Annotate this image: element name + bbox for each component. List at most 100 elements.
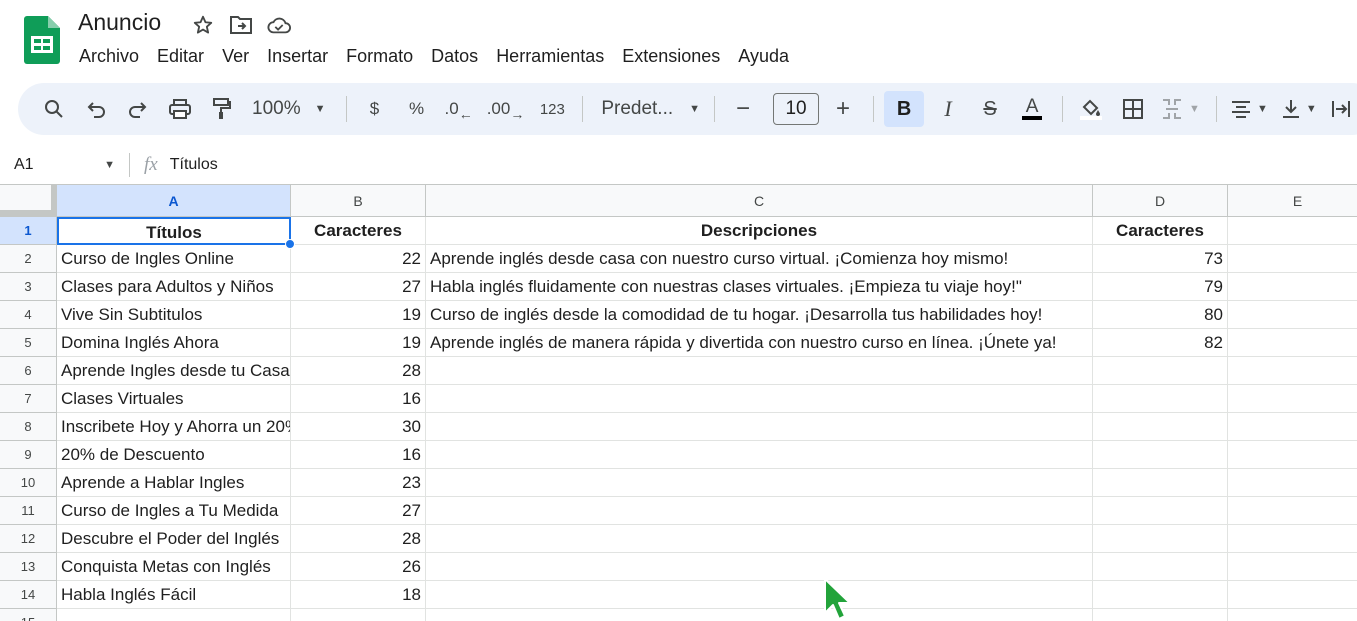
- cell-d5[interactable]: 82: [1093, 329, 1228, 357]
- undo-button[interactable]: [78, 91, 114, 127]
- cell-b5[interactable]: 19: [291, 329, 426, 357]
- cell-c9[interactable]: [426, 441, 1093, 469]
- move-folder-icon[interactable]: [229, 13, 253, 37]
- cell-a6[interactable]: Aprende Ingles desde tu Casa: [57, 357, 291, 385]
- row-header-3[interactable]: 3: [0, 273, 57, 301]
- cell-b4[interactable]: 19: [291, 301, 426, 329]
- cell-d3[interactable]: 79: [1093, 273, 1228, 301]
- search-menus-button[interactable]: [36, 91, 72, 127]
- cell-a15[interactable]: [57, 609, 291, 621]
- row-header-6[interactable]: 6: [0, 357, 57, 385]
- text-color-button[interactable]: A: [1014, 91, 1050, 127]
- row-header-9[interactable]: 9: [0, 441, 57, 469]
- row-header-11[interactable]: 11: [0, 497, 57, 525]
- sheets-logo-icon[interactable]: [24, 16, 60, 64]
- cell-d8[interactable]: [1093, 413, 1228, 441]
- decrease-font-size-button[interactable]: −: [725, 91, 761, 127]
- cell-a10[interactable]: Aprende a Hablar Ingles: [57, 469, 291, 497]
- cell-d11[interactable]: [1093, 497, 1228, 525]
- zoom-select[interactable]: 100% ▼: [246, 98, 332, 120]
- cell-e12[interactable]: [1228, 525, 1357, 553]
- decrease-decimal-button[interactable]: .0 ←: [441, 91, 477, 127]
- cell-a4[interactable]: Vive Sin Subtitulos: [57, 301, 291, 329]
- cell-b13[interactable]: 26: [291, 553, 426, 581]
- menu-formato[interactable]: Formato: [337, 44, 422, 69]
- fill-handle[interactable]: [285, 239, 295, 249]
- cell-d15[interactable]: [1093, 609, 1228, 621]
- cell-e5[interactable]: [1228, 329, 1357, 357]
- column-header-c[interactable]: C: [426, 185, 1093, 217]
- row-header-10[interactable]: 10: [0, 469, 57, 497]
- cell-a9[interactable]: 20% de Descuento: [57, 441, 291, 469]
- horizontal-align-button[interactable]: ▼: [1227, 91, 1272, 127]
- row-header-15[interactable]: 15: [0, 609, 57, 621]
- strikethrough-button[interactable]: S: [972, 91, 1008, 127]
- cell-c6[interactable]: [426, 357, 1093, 385]
- cell-d7[interactable]: [1093, 385, 1228, 413]
- cell-d6[interactable]: [1093, 357, 1228, 385]
- document-title[interactable]: Anuncio: [78, 9, 161, 36]
- cell-b9[interactable]: 16: [291, 441, 426, 469]
- cell-e13[interactable]: [1228, 553, 1357, 581]
- cell-e4[interactable]: [1228, 301, 1357, 329]
- cell-c8[interactable]: [426, 413, 1093, 441]
- menu-editar[interactable]: Editar: [148, 44, 213, 69]
- cell-c2[interactable]: Aprende inglés desde casa con nuestro cu…: [426, 245, 1093, 273]
- font-select[interactable]: Predet... ▼: [593, 98, 708, 120]
- cell-c7[interactable]: [426, 385, 1093, 413]
- cell-b10[interactable]: 23: [291, 469, 426, 497]
- cell-a12[interactable]: Descubre el Poder del Inglés: [57, 525, 291, 553]
- cell-c5[interactable]: Aprende inglés de manera rápida y divert…: [426, 329, 1093, 357]
- formula-input[interactable]: Títulos: [170, 156, 218, 174]
- currency-format-button[interactable]: $: [357, 91, 393, 127]
- cell-c4[interactable]: Curso de inglés desde la comodidad de tu…: [426, 301, 1093, 329]
- cell-e15[interactable]: [1228, 609, 1357, 621]
- cell-d13[interactable]: [1093, 553, 1228, 581]
- select-all-corner[interactable]: [0, 185, 57, 217]
- cell-e1[interactable]: [1228, 217, 1357, 245]
- cell-a11[interactable]: Curso de Ingles a Tu Medida: [57, 497, 291, 525]
- increase-font-size-button[interactable]: +: [825, 91, 861, 127]
- row-header-8[interactable]: 8: [0, 413, 57, 441]
- row-header-2[interactable]: 2: [0, 245, 57, 273]
- fill-color-button[interactable]: [1073, 91, 1109, 127]
- cell-e10[interactable]: [1228, 469, 1357, 497]
- cell-e6[interactable]: [1228, 357, 1357, 385]
- star-icon[interactable]: [191, 13, 215, 37]
- cell-e7[interactable]: [1228, 385, 1357, 413]
- cell-e8[interactable]: [1228, 413, 1357, 441]
- cell-a14[interactable]: Habla Inglés Fácil: [57, 581, 291, 609]
- text-wrapping-button[interactable]: ▼: [1327, 91, 1357, 127]
- vertical-align-button[interactable]: ▼: [1278, 91, 1321, 127]
- menu-ayuda[interactable]: Ayuda: [729, 44, 798, 69]
- cell-b6[interactable]: 28: [291, 357, 426, 385]
- cell-a1[interactable]: Títulos: [57, 217, 291, 245]
- menu-herramientas[interactable]: Herramientas: [487, 44, 613, 69]
- cell-c15[interactable]: [426, 609, 1093, 621]
- cell-b11[interactable]: 27: [291, 497, 426, 525]
- cell-e11[interactable]: [1228, 497, 1357, 525]
- cell-e2[interactable]: [1228, 245, 1357, 273]
- menu-ver[interactable]: Ver: [213, 44, 258, 69]
- cell-c14[interactable]: [426, 581, 1093, 609]
- cell-d4[interactable]: 80: [1093, 301, 1228, 329]
- cell-d2[interactable]: 73: [1093, 245, 1228, 273]
- cell-e14[interactable]: [1228, 581, 1357, 609]
- menu-extensiones[interactable]: Extensiones: [613, 44, 729, 69]
- row-header-1[interactable]: 1: [0, 217, 57, 245]
- cell-c1[interactable]: Descripciones: [426, 217, 1093, 245]
- cell-d1[interactable]: Caracteres: [1093, 217, 1228, 245]
- row-header-13[interactable]: 13: [0, 553, 57, 581]
- merge-cells-button[interactable]: ▼: [1157, 91, 1204, 127]
- cell-d12[interactable]: [1093, 525, 1228, 553]
- cell-b1[interactable]: Caracteres: [291, 217, 426, 245]
- cell-a3[interactable]: Clases para Adultos y Niños: [57, 273, 291, 301]
- row-header-14[interactable]: 14: [0, 581, 57, 609]
- cell-c13[interactable]: [426, 553, 1093, 581]
- increase-decimal-button[interactable]: .00 →: [483, 91, 529, 127]
- redo-button[interactable]: [120, 91, 156, 127]
- print-button[interactable]: [162, 91, 198, 127]
- cell-c3[interactable]: Habla inglés fluidamente con nuestras cl…: [426, 273, 1093, 301]
- cell-c10[interactable]: [426, 469, 1093, 497]
- column-header-b[interactable]: B: [291, 185, 426, 217]
